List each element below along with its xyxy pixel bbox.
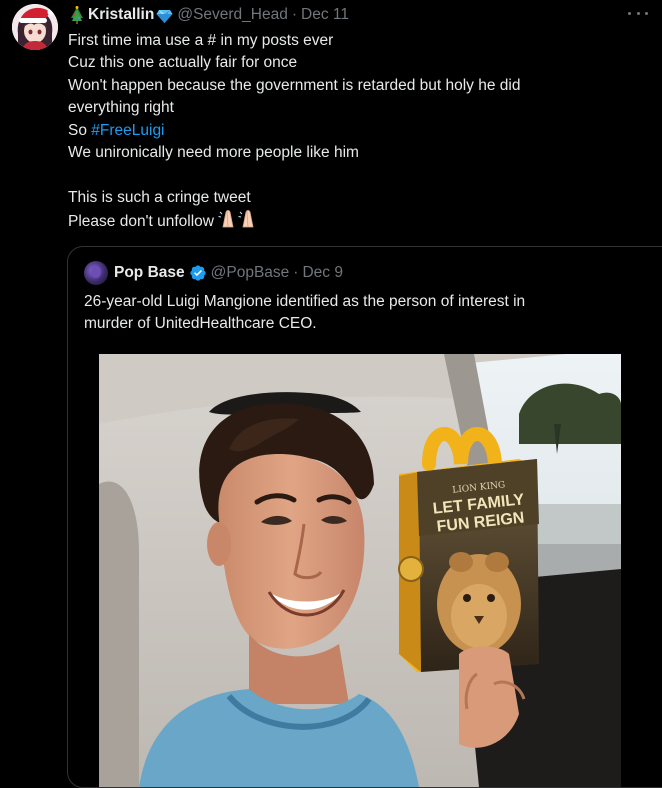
quoted-author-name[interactable]: Pop Base (114, 264, 185, 282)
folded-hands-icon (217, 209, 257, 236)
tweet-line: everything right (68, 99, 174, 117)
verified-badge-icon (189, 264, 207, 282)
tweet[interactable]: Kristallin @Severd_Head · Dec 11 First t… (0, 0, 662, 788)
tweet-line-prefix: So (68, 121, 92, 139)
tweet-text: First time ima use a # in my posts ever … (68, 30, 628, 237)
christmas-tree-icon (68, 6, 86, 24)
gem-icon (156, 7, 173, 24)
quoted-author-handle[interactable]: @PopBase (211, 264, 290, 282)
quoted-tweet-header: Pop Base @PopBase · Dec 9 (84, 261, 343, 285)
tweet-header: Kristallin @Severd_Head · Dec 11 (68, 4, 622, 26)
author-avatar[interactable] (12, 4, 58, 50)
quoted-text-line: murder of UnitedHealthcare CEO. (84, 315, 317, 333)
tweet-line: Cuz this one actually fair for once (68, 54, 298, 72)
quoted-author-avatar[interactable] (84, 261, 108, 285)
tweet-line: Please don't unfollow (68, 209, 628, 236)
tweet-line: Won't happen because the government is r… (68, 76, 521, 94)
author-handle[interactable]: @Severd_Head (177, 4, 288, 26)
header-separator: · (291, 6, 298, 23)
hashtag-link[interactable]: #FreeLuigi (91, 122, 164, 139)
quoted-tweet-text: 26-year-old Luigi Mangione identified as… (84, 291, 644, 336)
quoted-header-separator: · (293, 264, 299, 281)
tweet-line-text: Please don't unfollow (68, 213, 215, 231)
quoted-tweet-photo[interactable]: LION KING LET FAMILY FUN REIGN (99, 354, 621, 787)
author-display-name[interactable]: Kristallin (88, 4, 154, 26)
tweet-line: So #FreeLuigi (68, 120, 628, 142)
tweet-line: This is such a cringe tweet (68, 188, 251, 206)
quoted-tweet-date[interactable]: Dec 9 (302, 264, 343, 282)
tweet-line: We unironically need more people like hi… (68, 144, 359, 162)
quoted-text-line: 26-year-old Luigi Mangione identified as… (84, 293, 526, 310)
tweet-date[interactable]: Dec 11 (301, 4, 349, 26)
more-options-icon[interactable] (628, 6, 648, 20)
tweet-line: First time ima use a # in my posts ever (68, 32, 334, 49)
quoted-tweet[interactable]: Pop Base @PopBase · Dec 9 26-year-old Lu… (67, 246, 662, 788)
